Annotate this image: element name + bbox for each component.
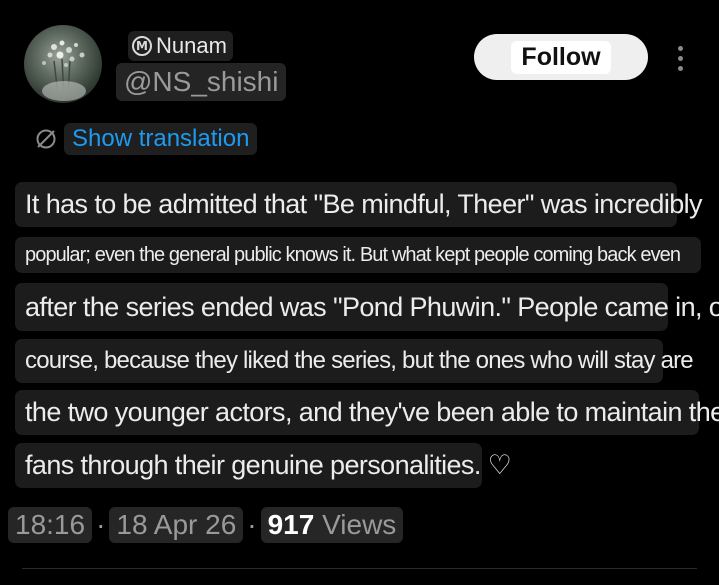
post-text-line: the two younger actors, and they've been… [15,390,719,435]
translate-icon [36,129,56,149]
post-time: 18:16 [8,507,93,543]
views-label: Views [322,509,397,540]
more-options-icon[interactable] [668,40,692,76]
views-count: 917 [267,509,315,540]
post-text-line: fans through their genuine personalities… [15,443,512,488]
follow-button[interactable]: Follow [474,34,648,80]
show-translation-link[interactable]: Show translation [34,122,258,156]
views-link[interactable]: 917 Views [260,507,404,543]
avatar[interactable] [24,25,102,103]
divider [22,568,697,569]
author-display-name[interactable]: Nunam [156,33,227,59]
author-name-row[interactable]: M Nunam [128,31,233,61]
post-date: 18 Apr 26 [109,507,244,543]
post-text-line: course, because they liked the series, b… [15,339,694,383]
follow-button-label: Follow [511,40,611,74]
meta-separator: · [247,509,257,540]
show-translation-label[interactable]: Show translation [64,123,258,155]
post-text-line: It has to be admitted that "Be mindful, … [15,182,703,227]
meta-separator: · [96,509,106,540]
post-text-line: after the series ended was "Pond Phuwin.… [15,283,719,331]
post-text-line: popular; even the general public knows i… [15,237,701,273]
verified-badge-icon: M [132,36,152,56]
post-meta: 18:16 · 18 Apr 26 · 917 Views [8,505,404,545]
author-handle[interactable]: @NS_shishi [116,63,287,101]
